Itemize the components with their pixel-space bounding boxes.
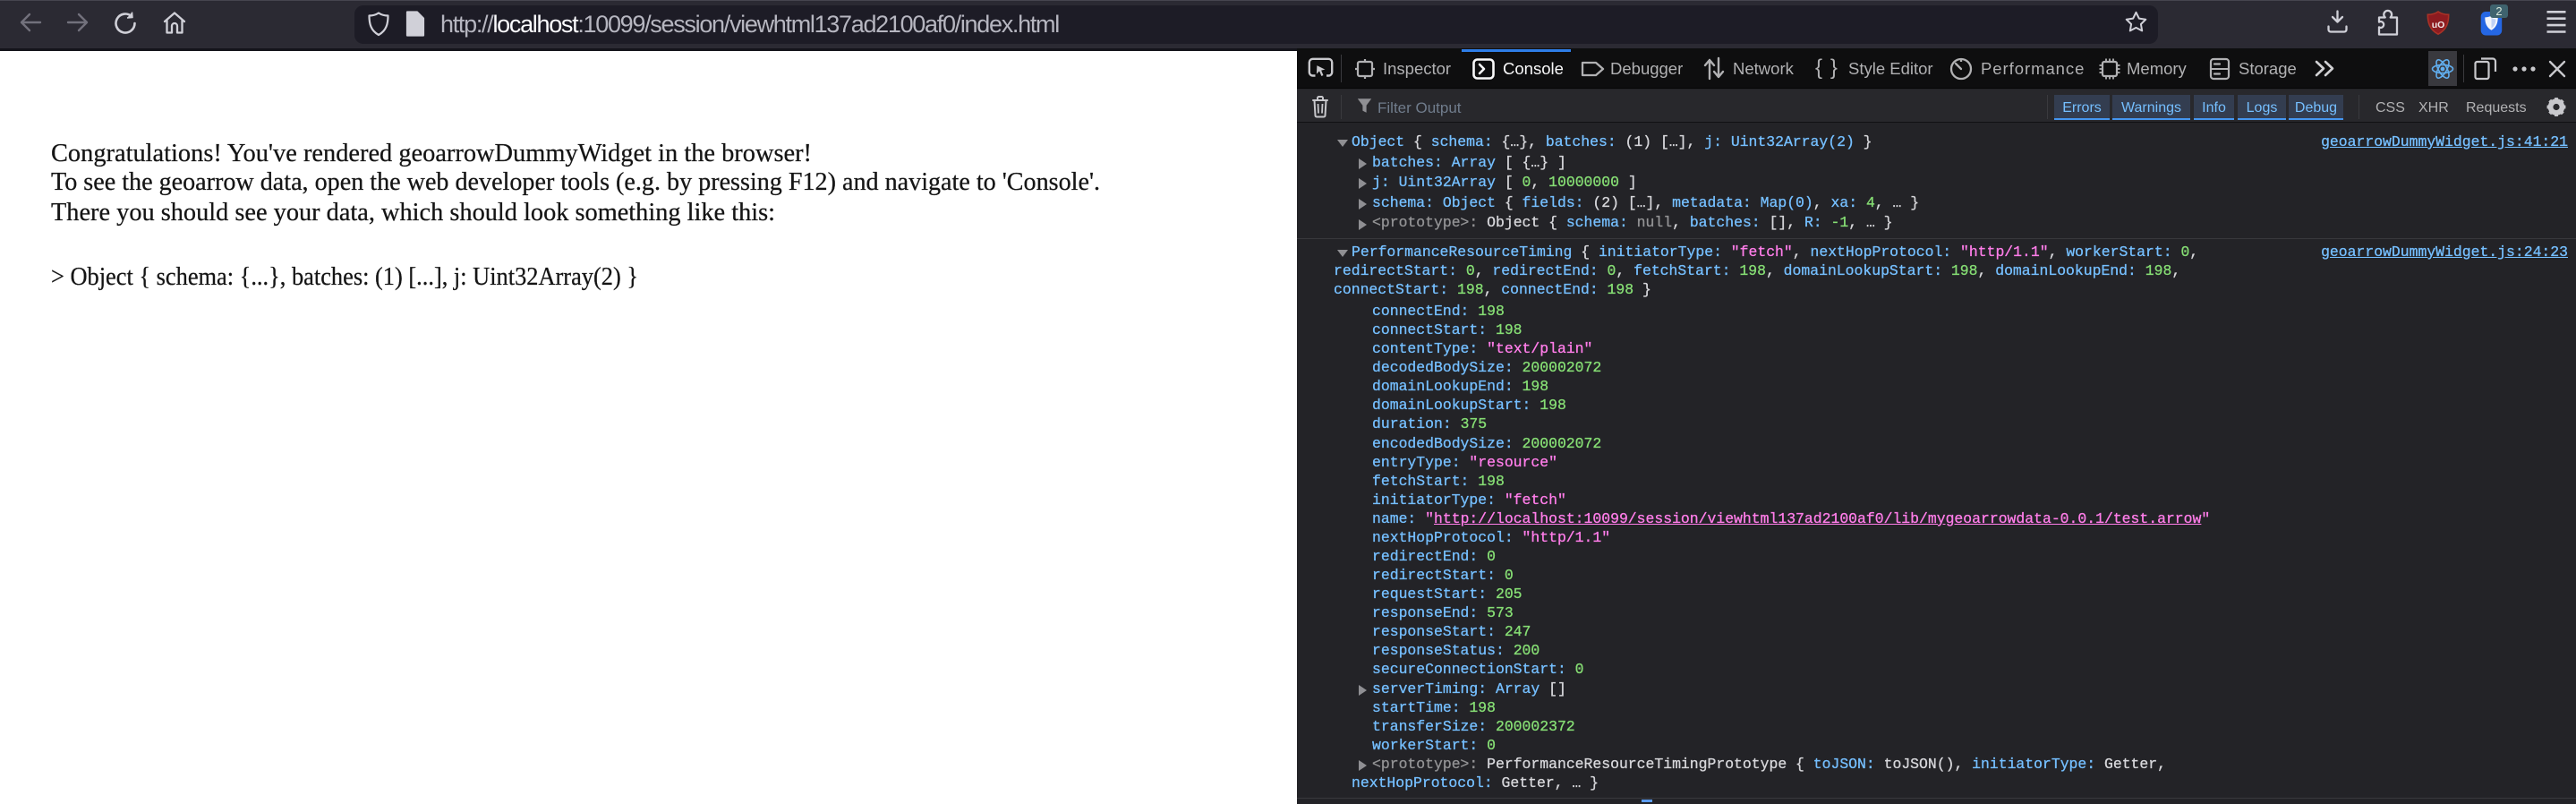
svg-text:uO: uO [2432,20,2445,30]
